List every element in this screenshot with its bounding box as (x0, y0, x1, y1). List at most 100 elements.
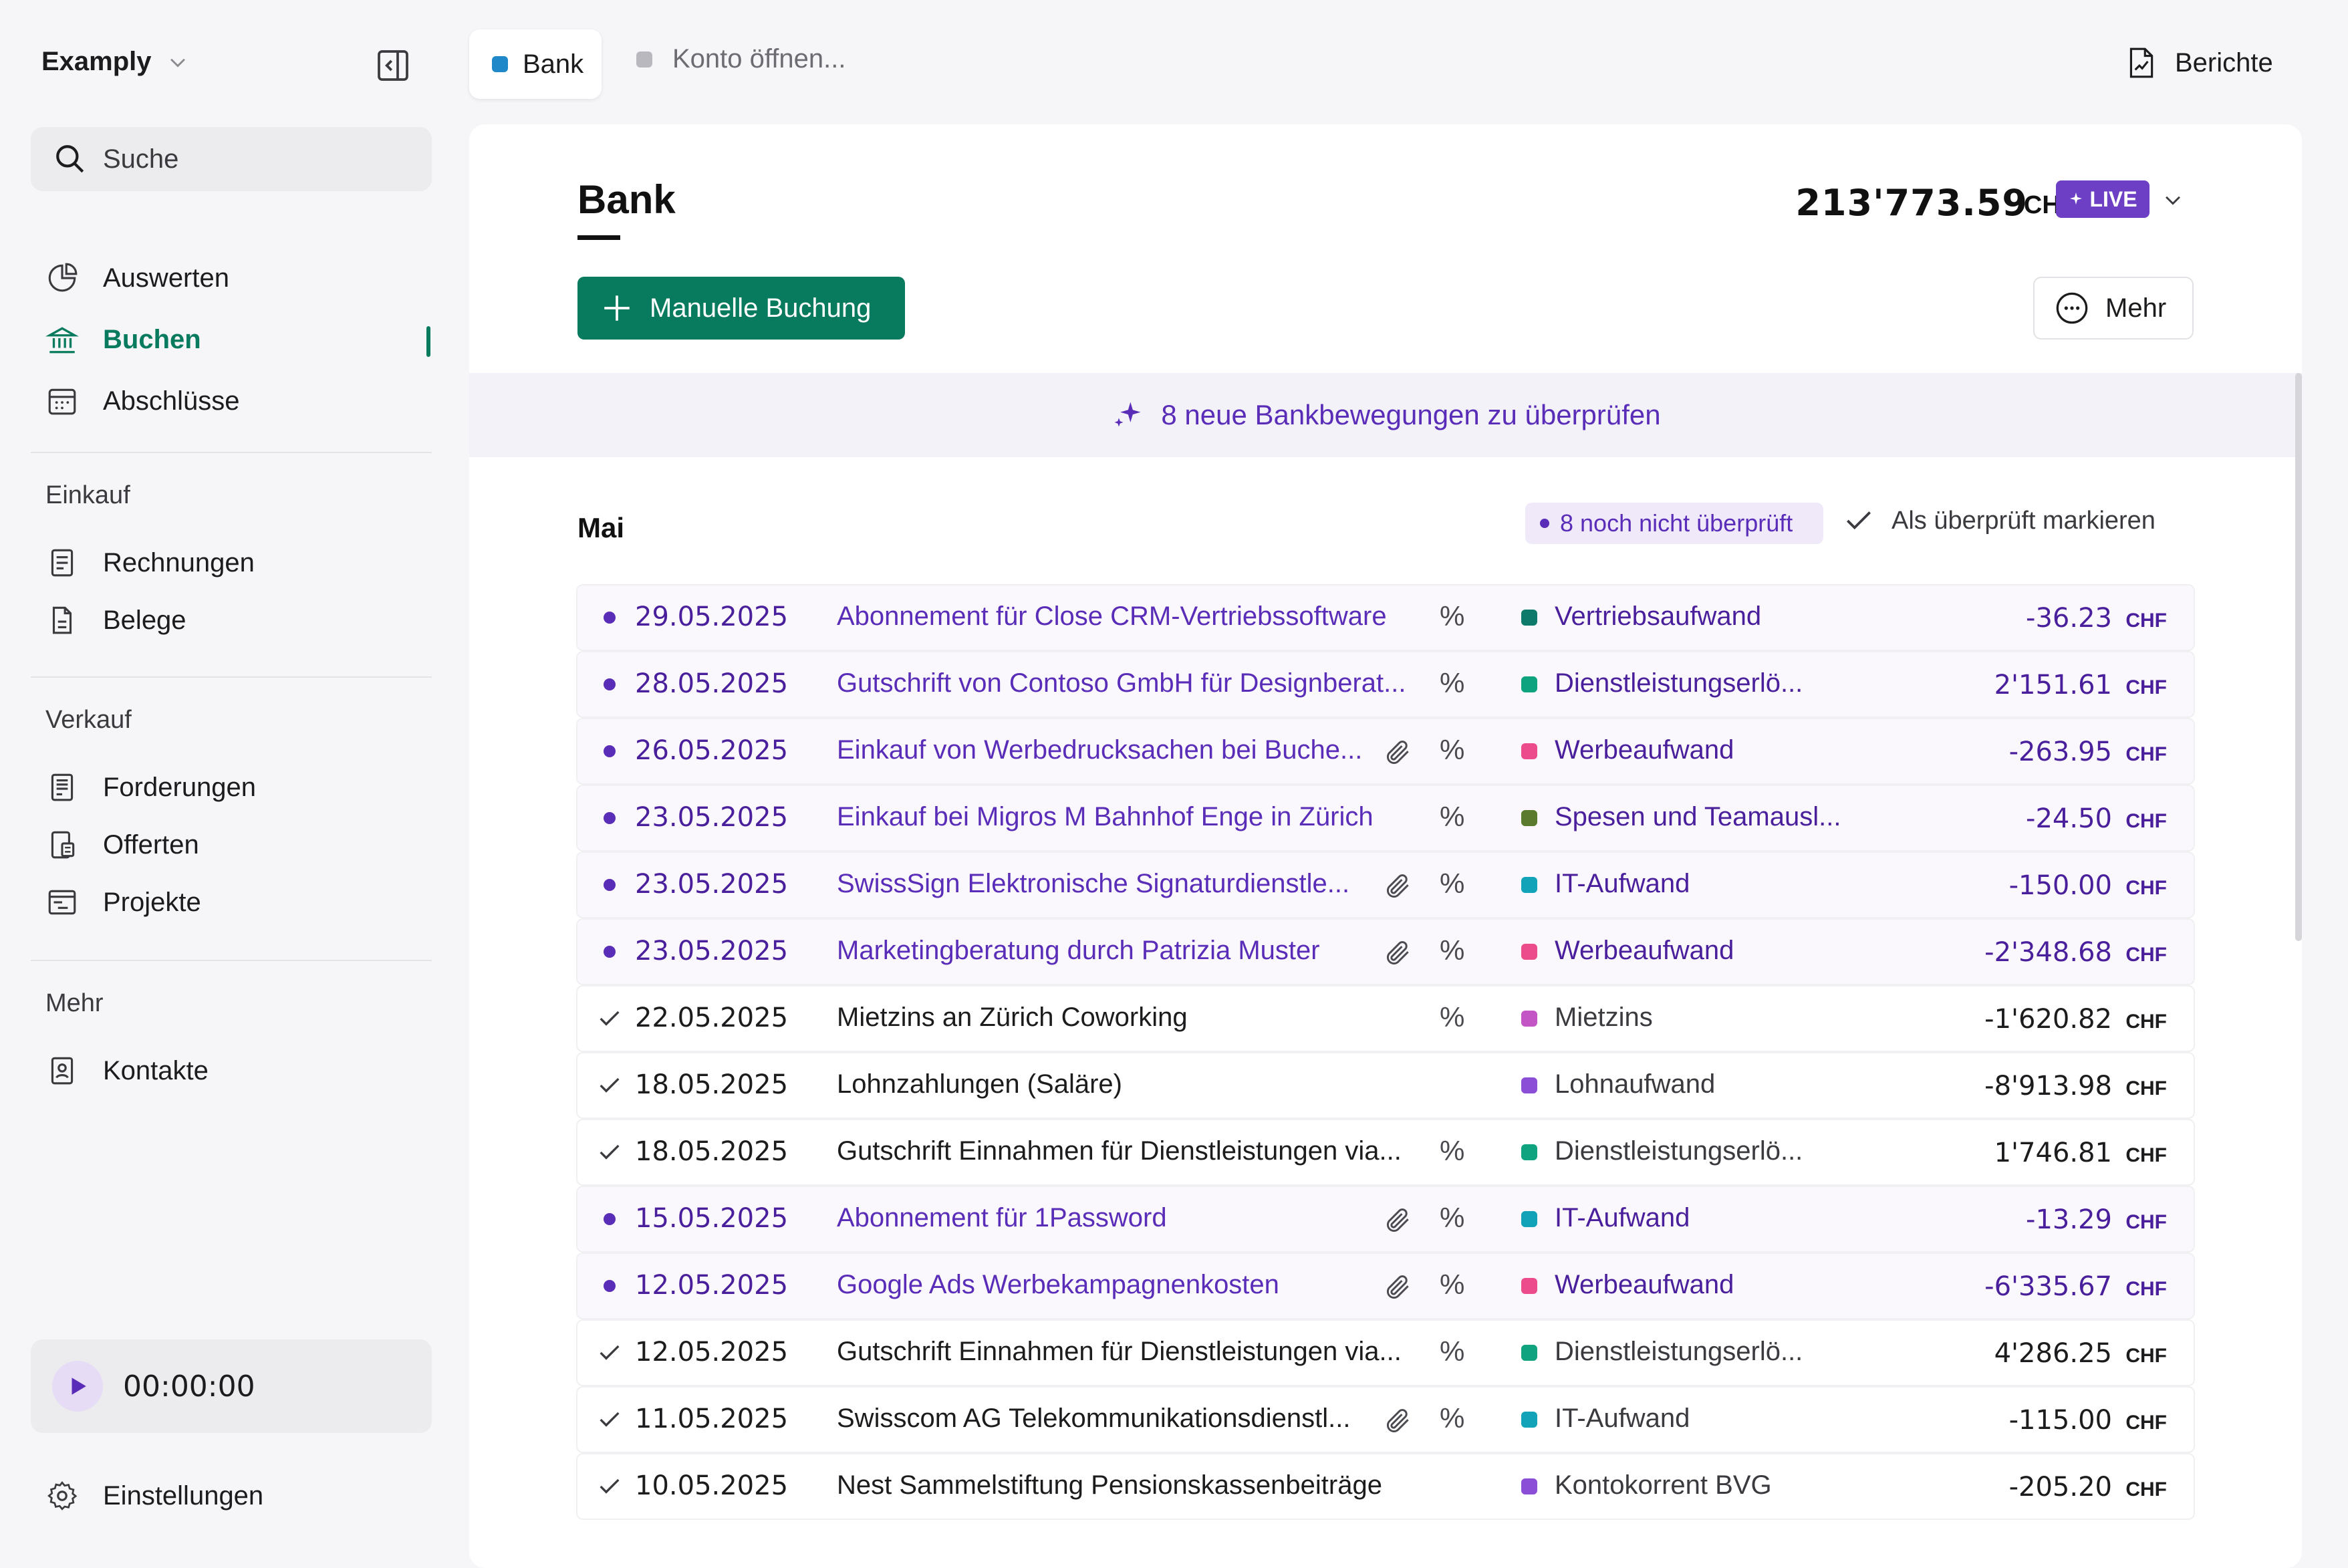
transaction-currency: CHF (2125, 877, 2167, 899)
transaction-category[interactable]: Spesen und Teamausl... (1555, 802, 1841, 832)
tab-open-account[interactable]: Konto öffnen... (636, 44, 845, 74)
vat-percent-icon[interactable]: % (1440, 1001, 1464, 1033)
unreviewed-dot (596, 1206, 623, 1232)
table-row[interactable]: 26.05.2025 Einkauf von Werbedrucksachen b… (577, 719, 2194, 783)
unreviewed-dot (596, 1273, 623, 1299)
table-row[interactable]: 11.05.2025 Swisscom AG Telekommunikations… (577, 1388, 2194, 1452)
vat-percent-icon[interactable]: % (1440, 1269, 1464, 1301)
table-row[interactable]: 12.05.2025 Gutschrift Einnahmen für Diens… (577, 1321, 2194, 1385)
sidebar-item-abschluesse[interactable]: Abschlüsse (45, 381, 240, 421)
transaction-currency: CHF (2125, 1278, 2167, 1300)
vat-percent-icon[interactable]: % (1440, 801, 1464, 833)
paperclip-icon[interactable] (1384, 1273, 1413, 1302)
table-row[interactable]: 23.05.2025 Marketingberatung durch Patriz… (577, 920, 2194, 984)
vat-percent-icon[interactable]: % (1440, 1202, 1464, 1234)
section-label-mehr: Mehr (45, 989, 104, 1017)
transaction-category[interactable]: Lohnaufwand (1555, 1069, 1715, 1099)
category-color-dot (1521, 743, 1537, 759)
vat-percent-icon[interactable]: % (1440, 1135, 1464, 1167)
tab-label: Bank (523, 49, 584, 79)
unreviewed-label: 8 noch nicht überprüft (1560, 509, 1793, 537)
category-color-dot (1521, 1278, 1537, 1294)
vat-percent-icon[interactable]: % (1440, 934, 1464, 966)
unreviewed-dot (596, 671, 623, 698)
app-window: Examply Suche Auswerten Buchen Abschlüss… (0, 0, 2348, 1568)
tab-bank[interactable]: Bank (469, 29, 602, 99)
paperclip-icon[interactable] (1384, 738, 1413, 767)
transaction-category[interactable]: Werbeaufwand (1555, 936, 1734, 966)
transaction-category[interactable]: Kontokorrent BVG (1555, 1470, 1772, 1500)
transaction-category[interactable]: Werbeaufwand (1555, 1270, 1734, 1300)
status-dot (1540, 519, 1549, 528)
transaction-category[interactable]: Dienstleistungserlö... (1555, 1136, 1803, 1166)
transaction-category[interactable]: IT-Aufwand (1555, 869, 1690, 899)
sidebar-item-auswerten[interactable]: Auswerten (45, 258, 229, 298)
category-color-dot (1521, 1412, 1537, 1428)
chart-pie-icon (48, 263, 78, 292)
transaction-amount: 1'746.81 (1994, 1138, 2112, 1168)
scrollbar[interactable] (2295, 373, 2302, 941)
sidebar-item-rechnungen[interactable]: Rechnungen (45, 543, 255, 583)
table-row[interactable]: 18.05.2025 Gutschrift Einnahmen für Diens… (577, 1120, 2194, 1184)
search-input[interactable]: Suche (31, 127, 432, 191)
transaction-currency: CHF (2125, 1011, 2167, 1033)
transaction-description: Nest Sammelstiftung Pensionskassenbeiträ… (837, 1470, 1382, 1500)
sidebar-item-buchen[interactable]: Buchen (45, 319, 201, 360)
transaction-category[interactable]: Dienstleistungserlö... (1555, 1337, 1803, 1367)
more-button[interactable]: Mehr (2033, 277, 2194, 340)
transaction-category[interactable]: IT-Aufwand (1555, 1404, 1690, 1434)
vat-percent-icon[interactable]: % (1440, 1402, 1464, 1434)
vat-percent-icon[interactable]: % (1440, 868, 1464, 900)
table-row[interactable]: 28.05.2025 Gutschrift von Contoso GmbH fü… (577, 652, 2194, 716)
vat-percent-icon[interactable]: % (1440, 667, 1464, 699)
transaction-currency: CHF (2125, 1077, 2167, 1099)
sidebar-item-projekte[interactable]: Projekte (45, 882, 201, 922)
paperclip-icon[interactable] (1384, 1206, 1413, 1235)
sidebar-item-forderungen[interactable]: Forderungen (45, 767, 256, 807)
table-row[interactable]: 18.05.2025 Lohnzahlungen (Saläre) Lohnaufw… (577, 1053, 2194, 1118)
vat-percent-icon[interactable]: % (1440, 734, 1464, 766)
transaction-category[interactable]: Werbeaufwand (1555, 735, 1734, 765)
review-banner[interactable]: 8 neue Bankbewegungen zu überprüfen (469, 373, 2302, 457)
live-badge[interactable]: LIVE (2056, 180, 2149, 218)
transaction-category[interactable]: Mietzins (1555, 1003, 1653, 1033)
chevron-down-icon[interactable] (2162, 188, 2184, 211)
sidebar-item-offerten[interactable]: Offerten (45, 825, 199, 865)
vat-percent-icon[interactable]: % (1440, 600, 1464, 632)
transaction-amount: -263.95 (2008, 737, 2112, 767)
unreviewed-badge[interactable]: 8 noch nicht überprüft (1525, 503, 1823, 544)
transaction-category[interactable]: Vertriebsaufwand (1555, 602, 1761, 632)
paperclip-icon[interactable] (1384, 938, 1413, 968)
sidebar-item-belege[interactable]: Belege (45, 600, 186, 640)
sidebar-item-label: Offerten (103, 829, 199, 860)
transaction-amount: -36.23 (2026, 603, 2112, 634)
paperclip-icon[interactable] (1384, 1406, 1413, 1436)
sidebar-item-einstellungen[interactable]: Einstellungen (45, 1476, 263, 1516)
check-icon (596, 1406, 623, 1433)
transaction-currency: CHF (2125, 1211, 2167, 1233)
transaction-description: Lohnzahlungen (Saläre) (837, 1069, 1122, 1099)
mark-reviewed-button[interactable]: Als überprüft markieren (1842, 504, 2156, 537)
paperclip-icon[interactable] (1384, 872, 1413, 901)
manual-booking-button[interactable]: Manuelle Buchung (577, 277, 905, 340)
table-row[interactable]: 23.05.2025 SwissSign Elektronische Signat… (577, 853, 2194, 917)
table-row[interactable]: 15.05.2025 Abonnement für 1Password% IT-Au… (577, 1187, 2194, 1251)
table-row[interactable]: 10.05.2025 Nest Sammelstiftung Pensionska… (577, 1454, 2194, 1519)
sidebar-collapse-icon[interactable] (374, 47, 412, 84)
transaction-category[interactable]: IT-Aufwand (1555, 1203, 1690, 1233)
vat-percent-icon[interactable]: % (1440, 1335, 1464, 1367)
sidebar-item-kontakte[interactable]: Kontakte (45, 1051, 209, 1091)
reports-button[interactable]: Berichte (2124, 44, 2273, 82)
table-row[interactable]: 23.05.2025 Einkauf bei Migros M Bahnhof E… (577, 786, 2194, 850)
category-color-dot (1521, 944, 1537, 960)
transaction-description: Marketingberatung durch Patrizia Muster (837, 936, 1320, 965)
table-row[interactable]: 29.05.2025 Abonnement für Close CRM-Vertr… (577, 585, 2194, 650)
table-row[interactable]: 22.05.2025 Mietzins an Zürich Coworking% M… (577, 987, 2194, 1051)
transaction-currency: CHF (2125, 743, 2167, 765)
transaction-category[interactable]: Dienstleistungserlö... (1555, 668, 1803, 698)
sidebar-item-label: Projekte (103, 887, 201, 917)
table-row[interactable]: 12.05.2025 Google Ads Werbekampagnenkoste… (577, 1254, 2194, 1318)
contact-icon (51, 1057, 74, 1085)
play-button[interactable] (52, 1361, 103, 1412)
company-switcher[interactable]: Examply (41, 47, 189, 77)
